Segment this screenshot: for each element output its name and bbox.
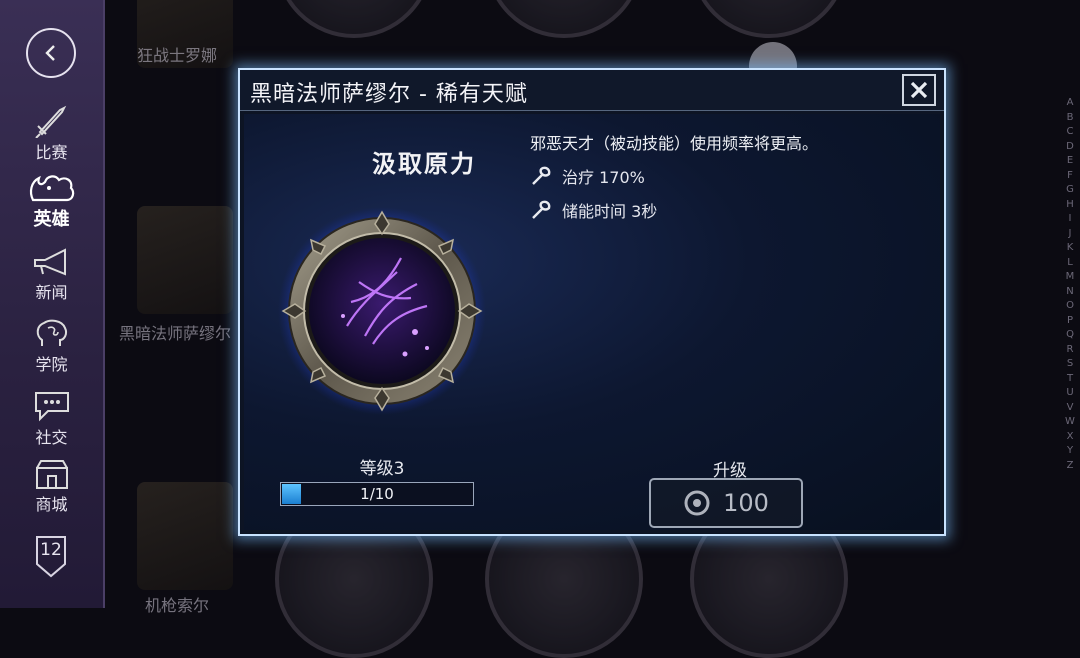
talent-dialog: 黑暗法师萨缪尔 - 稀有天赋 汲取原力 邪恶天才（被动技能）使用频率将更高。 治…	[238, 68, 946, 536]
level-label: 等级3	[359, 459, 405, 479]
alphabet-letter[interactable]: E	[1064, 154, 1076, 169]
alphabet-letter[interactable]: W	[1064, 415, 1076, 430]
wrench-icon	[532, 166, 551, 185]
hero-card[interactable]	[137, 482, 233, 590]
sidebar-item-label: 英雄	[33, 209, 70, 230]
sidebar-item-label: 社交	[35, 428, 68, 447]
hero-name: 机枪索尔	[145, 596, 210, 615]
hero-icon	[29, 175, 74, 202]
alphabet-letter[interactable]: I	[1064, 212, 1076, 227]
hero-name: 狂战士罗娜	[137, 46, 218, 65]
stat-text: 治疗 170%	[562, 168, 645, 187]
sidebar-item-label: 比赛	[35, 143, 68, 162]
wrench-icon	[532, 200, 551, 219]
sidebar-item-label: 新闻	[35, 283, 68, 302]
brain-icon	[36, 319, 67, 346]
sword-icon	[34, 105, 66, 138]
horn-icon	[33, 248, 66, 276]
skill-name: 汲取原力	[372, 150, 476, 178]
alphabet-letter[interactable]: Q	[1064, 328, 1076, 343]
hero-portrait[interactable]	[275, 0, 433, 38]
hero-name: 黑暗法师萨缪尔	[119, 324, 232, 343]
alphabet-letter[interactable]: O	[1064, 299, 1076, 314]
shop-icon	[35, 460, 68, 489]
alphabet-letter[interactable]: F	[1064, 169, 1076, 184]
alphabet-letter[interactable]: H	[1064, 198, 1076, 213]
alphabet-letter[interactable]: U	[1064, 386, 1076, 401]
level-progress-bar: 1/10	[280, 482, 474, 506]
sidebar-item-shop[interactable]: 商城	[0, 458, 103, 515]
alphabet-letter[interactable]: J	[1064, 227, 1076, 242]
alphabet-letter[interactable]: M	[1064, 270, 1076, 285]
sidebar-item-label: 学院	[35, 355, 68, 374]
hero-portrait[interactable]	[690, 0, 848, 38]
alphabet-letter[interactable]: C	[1064, 125, 1076, 140]
hero-card[interactable]	[137, 206, 233, 314]
stat-healing: 治疗 170%	[530, 164, 645, 188]
level-badge[interactable]: 12	[34, 534, 68, 578]
skill-description: 邪恶天才（被动技能）使用频率将更高。	[530, 134, 819, 153]
alphabet-letter[interactable]: N	[1064, 285, 1076, 300]
upgrade-button[interactable]: 100	[649, 478, 803, 528]
sidebar: 比赛 英雄 新闻 学院 社交 商城 12	[0, 0, 105, 608]
dialog-body: 汲取原力 邪恶天才（被动技能）使用频率将更高。 治疗 170% 储能时间 3秒 …	[244, 114, 940, 530]
alphabet-letter[interactable]: T	[1064, 372, 1076, 387]
level-badge-value: 12	[40, 540, 62, 560]
alphabet-letter[interactable]: A	[1064, 96, 1076, 111]
alphabet-letter[interactable]: R	[1064, 343, 1076, 358]
sidebar-item-label: 商城	[35, 495, 68, 514]
alphabet-letter[interactable]: G	[1064, 183, 1076, 198]
sidebar-item-social[interactable]: 社交	[0, 389, 103, 448]
close-icon	[910, 81, 928, 99]
alphabet-letter[interactable]: Z	[1064, 459, 1076, 474]
upgrade-cost: 100	[723, 489, 769, 517]
alphabet-letter[interactable]: K	[1064, 241, 1076, 256]
alphabet-letter[interactable]: S	[1064, 357, 1076, 372]
alphabet-letter[interactable]: D	[1064, 140, 1076, 155]
coin-icon	[684, 490, 710, 516]
alphabet-letter[interactable]: X	[1064, 430, 1076, 445]
alphabet-letter[interactable]: L	[1064, 256, 1076, 271]
progress-text: 1/10	[360, 485, 394, 503]
close-button[interactable]	[902, 74, 936, 106]
sidebar-item-match[interactable]: 比赛	[0, 104, 103, 163]
chevron-left-icon	[45, 45, 55, 61]
chat-icon	[34, 392, 69, 422]
stat-charge-time: 储能时间 3秒	[530, 198, 657, 222]
sidebar-item-heroes[interactable]: 英雄	[0, 170, 103, 231]
dialog-title: 黑暗法师萨缪尔 - 稀有天赋	[250, 82, 528, 107]
dialog-header: 黑暗法师萨缪尔 - 稀有天赋	[240, 70, 944, 111]
alphabet-letter[interactable]: P	[1064, 314, 1076, 329]
stat-text: 储能时间 3秒	[562, 202, 658, 221]
skill-emblem-icon	[278, 207, 486, 415]
alphabet-letter[interactable]: V	[1064, 401, 1076, 416]
alphabet-letter[interactable]: Y	[1064, 444, 1076, 459]
sidebar-item-news[interactable]: 新闻	[0, 246, 103, 303]
alphabet-letter[interactable]: B	[1064, 111, 1076, 126]
sidebar-item-academy[interactable]: 学院	[0, 318, 103, 375]
back-button[interactable]	[26, 28, 76, 78]
alphabet-index[interactable]: ABCDEFGHIJKLMNOPQRSTUVWXYZ	[1064, 96, 1076, 473]
hero-portrait[interactable]	[485, 0, 643, 38]
